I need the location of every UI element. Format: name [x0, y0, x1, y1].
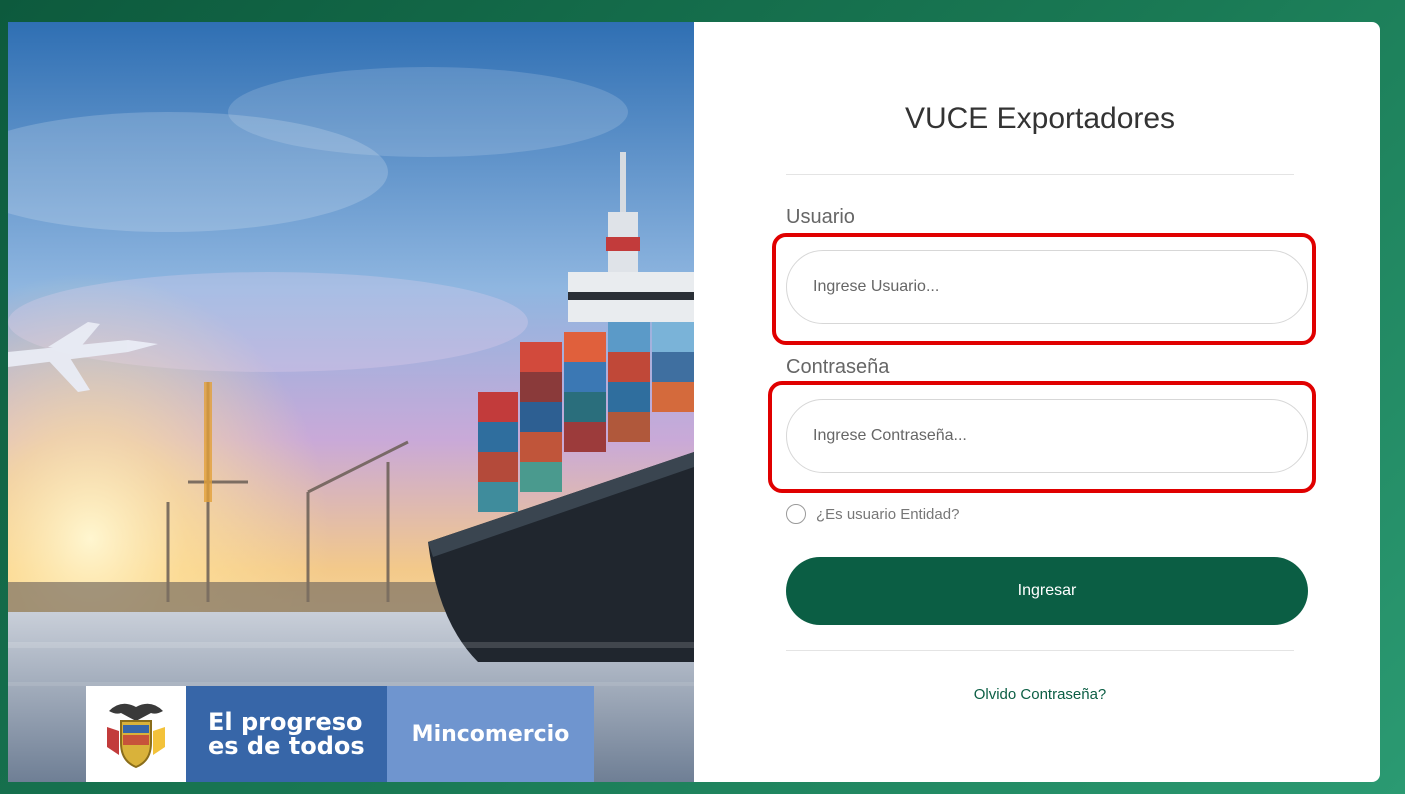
entity-checkbox-label[interactable]: ¿Es usuario Entidad?: [816, 506, 959, 523]
title-divider: [786, 174, 1294, 175]
login-panel: VUCE Exportadores Usuario Contraseña ¿Es…: [694, 22, 1380, 782]
login-window: El progreso es de todos Mincomercio VUCE…: [8, 22, 1380, 782]
password-label: Contraseña: [786, 356, 890, 378]
coat-of-arms-icon: [86, 686, 186, 782]
forgot-password-link[interactable]: Olvido Contraseña?: [786, 686, 1294, 703]
government-brand-strip: El progreso es de todos Mincomercio: [86, 686, 594, 782]
password-input[interactable]: [786, 399, 1308, 473]
username-label: Usuario: [786, 206, 855, 228]
page-title: VUCE Exportadores: [904, 102, 1176, 135]
ministry-name: Mincomercio: [387, 686, 594, 782]
port-ship-illustration: [8, 22, 694, 782]
entity-checkbox-row[interactable]: ¿Es usuario Entidad?: [786, 504, 959, 524]
username-input[interactable]: [786, 250, 1308, 324]
brand-slogan-line2: es de todos: [208, 732, 365, 760]
login-button[interactable]: Ingresar: [786, 557, 1308, 625]
hero-image: El progreso es de todos Mincomercio: [8, 22, 694, 782]
entity-checkbox[interactable]: [786, 504, 806, 524]
brand-slogan-line1: El progreso: [208, 708, 363, 736]
button-divider: [786, 650, 1294, 651]
brand-slogan: El progreso es de todos: [186, 686, 387, 782]
